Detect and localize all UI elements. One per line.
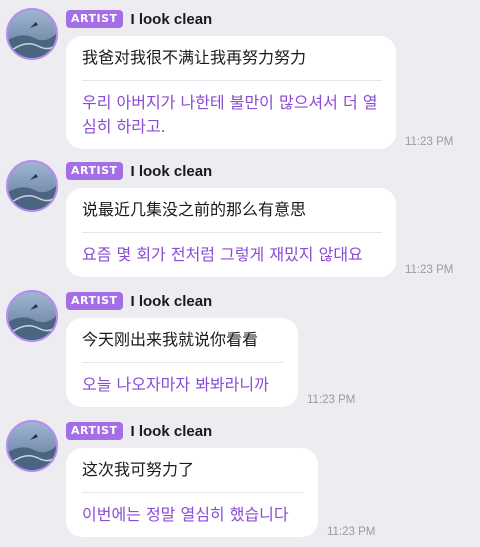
- message-text: 我爸对我很不满让我再努力努力: [82, 46, 382, 81]
- timestamp: 11:23 PM: [327, 526, 376, 538]
- artist-badge: ARTIST: [66, 422, 123, 440]
- message-bubble[interactable]: 这次我可努力了 이번에는 정말 열심히 했습니다: [66, 448, 318, 537]
- avatar[interactable]: [6, 290, 58, 342]
- message-text: 今天刚出来我就说你看看: [82, 328, 284, 363]
- message-text: 说最近几集没之前的那么有意思: [82, 198, 382, 233]
- translation-text: 이번에는 정말 열심히 했습니다: [82, 505, 289, 524]
- avatar[interactable]: [6, 160, 58, 212]
- sender-name: I look clean: [130, 422, 213, 440]
- avatar[interactable]: [6, 8, 58, 60]
- translation-text: 오늘 나오자마자 봐봐라니까: [82, 375, 269, 394]
- artist-badge: ARTIST: [66, 10, 123, 28]
- message-text: 这次我可努力了: [82, 458, 304, 493]
- message-header: ARTIST I look clean: [66, 160, 212, 182]
- message-header: ARTIST I look clean: [66, 290, 212, 312]
- message-header: ARTIST I look clean: [66, 420, 212, 442]
- timestamp: 11:23 PM: [307, 394, 356, 406]
- artist-badge: ARTIST: [66, 292, 123, 310]
- message-bubble[interactable]: 今天刚出来我就说你看看 오늘 나오자마자 봐봐라니까: [66, 318, 298, 407]
- sender-name: I look clean: [130, 10, 213, 28]
- translation-text: 요즘 몇 회가 전처럼 그렇게 재밌지 않대요: [82, 245, 363, 264]
- timestamp: 11:23 PM: [405, 264, 454, 276]
- timestamp: 11:23 PM: [405, 136, 454, 148]
- artist-badge: ARTIST: [66, 162, 123, 180]
- message-bubble[interactable]: 我爸对我很不满让我再努力努力 우리 아버지가 나한테 불만이 많으셔서 더 열심…: [66, 36, 396, 149]
- translation-text: 우리 아버지가 나한테 불만이 많으셔서 더 열심히 하라고.: [82, 93, 378, 136]
- message-bubble[interactable]: 说最近几集没之前的那么有意思 요즘 몇 회가 전처럼 그렇게 재밌지 않대요: [66, 188, 396, 277]
- sender-name: I look clean: [130, 292, 213, 310]
- sender-name: I look clean: [130, 162, 213, 180]
- avatar[interactable]: [6, 420, 58, 472]
- message-header: ARTIST I look clean: [66, 8, 212, 30]
